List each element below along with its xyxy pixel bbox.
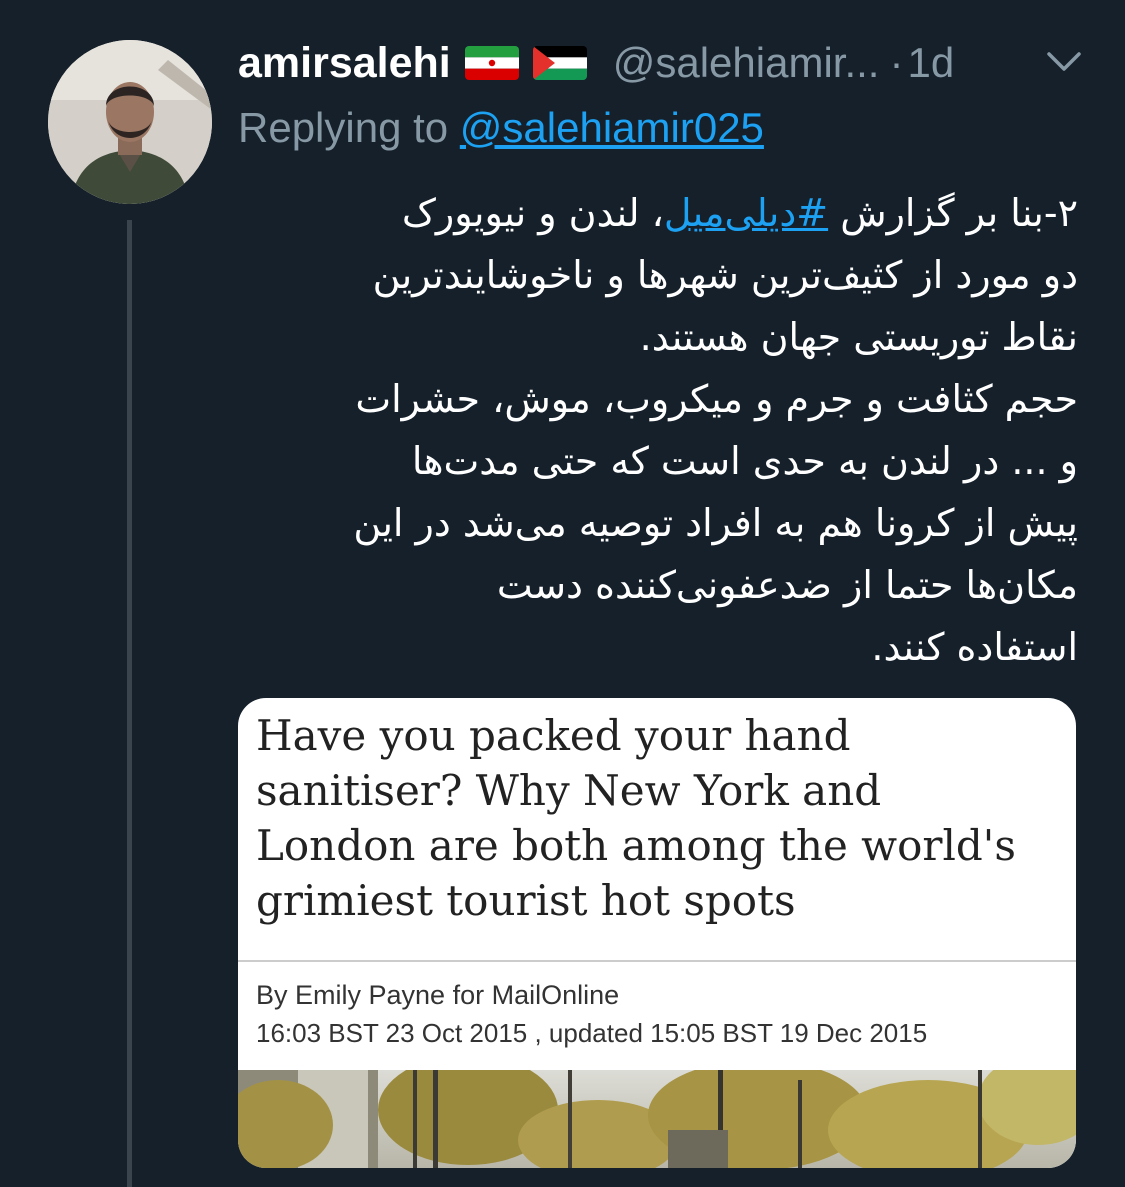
tweet-header: amirsalehi @salehiamir... · 1d <box>238 38 1088 88</box>
line1-prefix: ۲-بنا بر گزارش <box>828 191 1078 235</box>
replying-to-label: Replying to <box>238 104 460 151</box>
headline-line: sanitiser? Why New York and <box>256 766 882 815</box>
user-handle[interactable]: @salehiamir... <box>613 39 880 87</box>
replying-to: Replying to @salehiamir025 <box>238 104 764 156</box>
tweet-text-line: حجم کثافت و جرم و میکروب، موش، حشرات <box>355 377 1078 421</box>
article-byline: By Emily Payne for MailOnline <box>256 980 620 1010</box>
card-divider <box>238 960 1076 962</box>
separator-dot: · <box>889 39 904 86</box>
tweet-text-line: ۲-بنا بر گزارش #دیلی‌میل، لندن و نیویورک <box>238 182 1078 244</box>
chevron-down-icon[interactable] <box>1046 50 1082 74</box>
tweet-text-line: پیش از کرونا هم به افراد توصیه می‌شد در … <box>353 501 1078 545</box>
headline-line: Have you packed your hand <box>256 711 851 760</box>
tweet[interactable]: amirsalehi @salehiamir... · 1d Replying … <box>0 0 1125 1187</box>
media-card[interactable]: Have you packed your hand sanitiser? Why… <box>238 698 1076 1168</box>
headline-line: London are both among the world's <box>256 821 1016 870</box>
article-headline: Have you packed your hand sanitiser? Why… <box>256 708 1071 928</box>
article-dates: 16:03 BST 23 Oct 2015 , updated 15:05 BS… <box>256 1018 928 1048</box>
tweet-text-line: نقاط توریستی جهان هستند. <box>639 315 1078 359</box>
avatar[interactable] <box>48 40 212 204</box>
tweet-text: ۲-بنا بر گزارش #دیلی‌میل، لندن و نیویورک… <box>238 182 1078 678</box>
hashtag-link[interactable]: #دیلی‌میل <box>664 191 828 235</box>
display-name[interactable]: amirsalehi <box>238 39 451 88</box>
line1-suffix: ، لندن و نیویورک <box>401 191 664 235</box>
iran-flag-icon <box>464 46 519 80</box>
headline-line: grimiest tourist hot spots <box>256 876 796 925</box>
palestine-flag-icon <box>532 46 587 80</box>
article-photo <box>238 1055 1076 1168</box>
tweet-text-line: و ... در لندن به حدی است که حتی مدت‌ها <box>411 439 1078 483</box>
tweet-text-line: مکان‌ها حتما از ضدعفونی‌کننده دست <box>496 563 1078 607</box>
tweet-text-line: دو مورد از کثیف‌ترین شهرها و ناخوشایندتر… <box>372 253 1078 297</box>
tweet-text-line: استفاده کنند. <box>871 625 1078 669</box>
reply-mention-link[interactable]: @salehiamir025 <box>460 104 764 151</box>
thread-line <box>127 220 132 1187</box>
timestamp[interactable]: 1d <box>907 39 954 87</box>
